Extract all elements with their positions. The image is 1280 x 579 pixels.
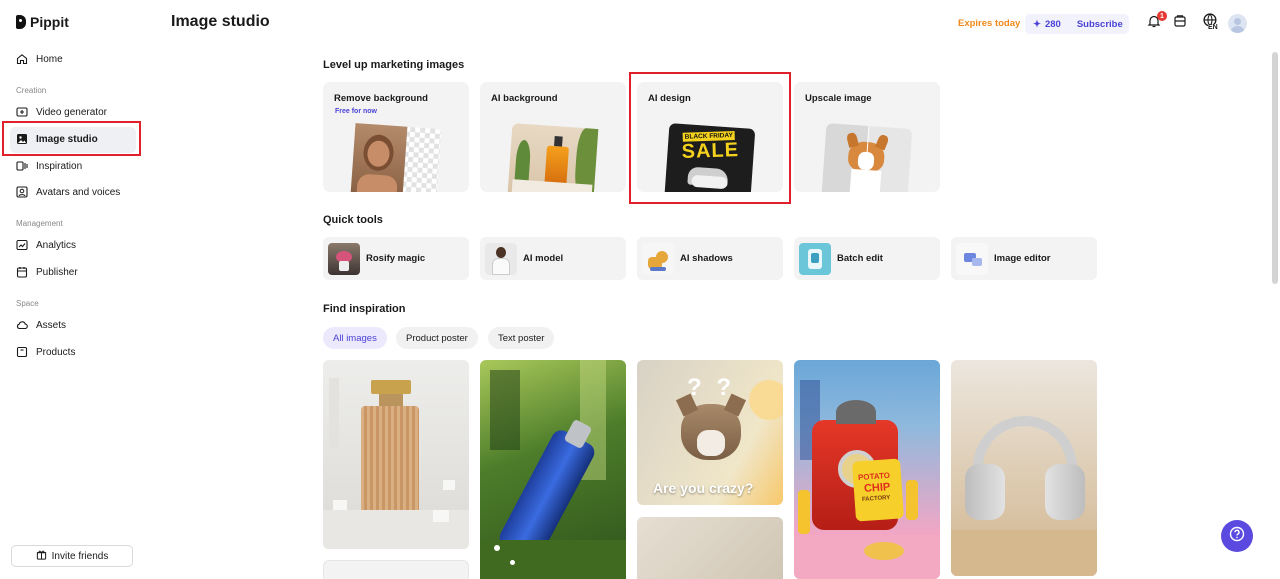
tool-card-ai-shadows[interactable]: AI shadows (637, 237, 783, 280)
sidebar-item-label: Avatars and voices (36, 186, 121, 198)
app-logo[interactable]: Pippit (16, 14, 69, 30)
app-name: Pippit (30, 14, 69, 30)
question-marks: ? ? (687, 374, 735, 401)
question-mark-icon (1229, 526, 1245, 547)
credits-count: 280 (1044, 18, 1061, 30)
filter-chip-text-poster[interactable]: Text poster (488, 327, 555, 349)
ai-model-thumbnail (485, 242, 517, 275)
inspiration-image-beige[interactable] (637, 517, 783, 579)
remove-background-thumbnail (350, 123, 442, 192)
sidebar-item-publisher[interactable]: Publisher (16, 262, 78, 282)
upscale-image-thumbnail (821, 123, 913, 192)
sidebar-item-label: Video generator (36, 106, 107, 118)
sidebar-item-inspiration[interactable]: Inspiration (16, 156, 82, 176)
notification-badge: 1 (1157, 11, 1167, 21)
sidebar-item-label: Image studio (36, 133, 98, 145)
language-button[interactable]: EN (1199, 13, 1221, 32)
sidebar-item-label: Home (36, 53, 63, 65)
sidebar-item-image-studio[interactable]: Image studio (16, 129, 98, 149)
feature-card-label: Remove background (334, 93, 428, 104)
ai-background-thumbnail (507, 123, 599, 192)
feature-card-label: AI background (491, 93, 558, 104)
rosify-magic-thumbnail (328, 242, 360, 275)
image-editor-thumbnail (956, 242, 988, 275)
feature-card-upscale-image[interactable]: Upscale image (794, 82, 940, 192)
sidebar-item-label: Analytics (36, 239, 77, 251)
feature-card-label: AI design (648, 93, 691, 104)
tool-card-label: AI model (523, 253, 564, 264)
tool-card-image-editor[interactable]: Image editor (951, 237, 1097, 280)
tool-card-label: Batch edit (837, 253, 883, 264)
feature-card-label: Upscale image (805, 93, 872, 104)
sidebar-item-analytics[interactable]: Analytics (16, 235, 76, 255)
notification-button[interactable]: 1 (1145, 11, 1167, 32)
section-title-quick-tools: Quick tools (323, 214, 383, 226)
inspiration-image-water-bottle[interactable] (480, 360, 626, 579)
image-studio-icon (16, 133, 28, 145)
section-label-management: Management (16, 219, 63, 228)
language-code: EN (1208, 24, 1218, 31)
batch-edit-thumbnail (799, 242, 831, 275)
calendar-icon (16, 266, 28, 278)
sale-text: SALE (681, 139, 740, 163)
sidebar-item-products[interactable]: Products (16, 342, 75, 362)
filter-chip-product-poster[interactable]: Product poster (396, 327, 478, 349)
filter-chip-all-images[interactable]: All images (323, 327, 387, 349)
section-label-creation: Creation (16, 86, 47, 95)
feature-card-remove-background[interactable]: Remove background Free for now (323, 82, 469, 192)
page-title: Image studio (171, 13, 270, 30)
tool-card-rosify-magic[interactable]: Rosify magic (323, 237, 469, 280)
inspiration-image-headphones[interactable] (951, 360, 1097, 576)
inspiration-image-cat[interactable]: ? ? Are you crazy? (637, 360, 783, 505)
inspiration-icon (16, 160, 28, 172)
box-icon (16, 346, 28, 358)
app-root: Pippit Home Creation Video generator Ima… (0, 0, 1280, 579)
tool-card-label: Rosify magic (366, 253, 426, 264)
section-title-marketing: Level up marketing images (323, 59, 465, 71)
inbox-icon (1173, 14, 1187, 33)
home-icon (16, 53, 28, 65)
sidebar-item-video-generator[interactable]: Video generator (16, 102, 107, 122)
subscribe-link[interactable]: Subscribe (1077, 19, 1123, 30)
analytics-icon (16, 239, 28, 251)
user-avatar[interactable] (1228, 14, 1247, 33)
ai-design-thumbnail: BLACK FRIDAY SALE (664, 123, 756, 192)
ai-shadows-thumbnail (642, 242, 674, 275)
sidebar-item-label: Inspiration (36, 160, 83, 172)
sparkle-icon: ✦ (1033, 18, 1041, 30)
sidebar-item-label: Publisher (36, 266, 78, 278)
credits-pill[interactable]: ✦ 280 Subscribe (1025, 14, 1129, 34)
sidebar-item-label: Products (36, 346, 76, 358)
invite-friends-button[interactable]: Invite friends (11, 545, 133, 567)
sidebar-item-assets[interactable]: Assets (16, 315, 66, 335)
expires-label: Expires today (958, 18, 1021, 29)
video-plus-icon (16, 106, 28, 118)
sidebar: Pippit Home Creation Video generator Ima… (0, 0, 148, 579)
free-tag: Free for now (335, 108, 378, 115)
gift-icon (36, 549, 47, 563)
page-scrollbar[interactable] (1272, 52, 1278, 284)
feature-card-ai-background[interactable]: AI background (480, 82, 626, 192)
avatar-icon (16, 186, 28, 198)
tool-card-batch-edit[interactable]: Batch edit (794, 237, 940, 280)
inspiration-image-perfume[interactable] (323, 360, 469, 549)
section-title-inspiration: Find inspiration (323, 303, 406, 315)
inbox-button[interactable] (1171, 14, 1189, 32)
tool-card-label: AI shadows (680, 253, 733, 264)
feature-card-ai-design[interactable]: AI design BLACK FRIDAY SALE (637, 82, 783, 192)
inspiration-image-potato-chip-factory[interactable]: POTATO CHIP FACTORY (794, 360, 940, 579)
invite-friends-label: Invite friends (51, 550, 109, 562)
sidebar-item-avatars-and-voices[interactable]: Avatars and voices (16, 182, 120, 202)
pippit-logo-icon (16, 15, 26, 29)
cat-caption: Are you crazy? (653, 480, 754, 496)
inspiration-image-placeholder[interactable] (323, 560, 469, 579)
help-button[interactable] (1221, 520, 1253, 552)
sidebar-item-label: Assets (36, 319, 67, 331)
sidebar-item-home[interactable]: Home (16, 49, 63, 69)
cloud-icon (16, 319, 28, 331)
tool-card-ai-model[interactable]: AI model (480, 237, 626, 280)
chip-bag-text-2: CHIP (863, 481, 891, 495)
section-label-space: Space (16, 299, 39, 308)
tool-card-label: Image editor (994, 253, 1051, 264)
